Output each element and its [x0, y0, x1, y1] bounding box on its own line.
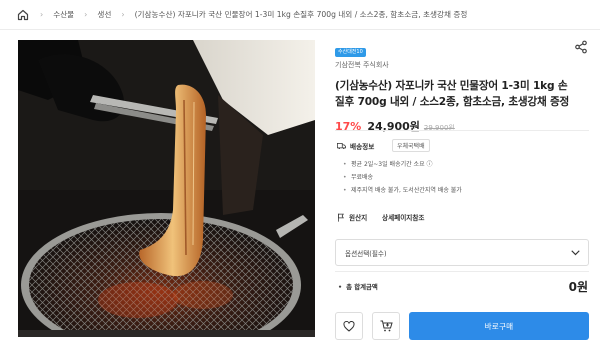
- shipping-method: 우체국택배: [392, 139, 430, 152]
- total-value: 0원: [568, 280, 588, 294]
- discount-rate: 17%: [335, 120, 362, 133]
- shipping-label: 배송정보: [350, 142, 375, 151]
- product-image: [18, 40, 315, 337]
- chevron-down-icon: [571, 249, 580, 255]
- heart-icon: [343, 320, 355, 332]
- promo-badge: 수산대전10: [335, 48, 366, 57]
- origin-value: 상세페이지참조: [382, 214, 425, 222]
- cart-plus-icon: [380, 320, 393, 332]
- shipping-note: 제주지역 배송 불가, 도서산간지역 배송 불가: [343, 184, 462, 197]
- action-buttons: 바로구매: [335, 312, 589, 340]
- sale-price: 24,900원: [367, 120, 420, 133]
- divider: [335, 130, 589, 131]
- home-icon[interactable]: [16, 8, 30, 22]
- total-row: 총 합계금액 0원: [338, 278, 588, 295]
- breadcrumb-item-product: (기삼농수산) 자포니카 국산 민물장어 1-3미 1kg 손질후 700g 내…: [134, 10, 468, 19]
- buy-now-button[interactable]: 바로구매: [409, 312, 589, 340]
- wishlist-button[interactable]: [335, 312, 363, 340]
- shipping-info-row: 배송정보 우체국택배: [337, 139, 430, 152]
- shipping-note[interactable]: 평균 2일~3일 배송기간 소요 ⓘ: [343, 158, 462, 171]
- option-select[interactable]: 옵션선택(필수): [335, 239, 589, 266]
- breadcrumb-item-category[interactable]: 수산물: [53, 9, 74, 20]
- breadcrumb: › 수산물 › 생선 › (기삼농수산) 자포니카 국산 민물장어 1-3미 1…: [0, 0, 600, 30]
- breadcrumb-separator-icon: ›: [84, 10, 88, 19]
- shipping-note: 무료배송: [343, 171, 462, 184]
- total-label: 총 합계금액: [338, 282, 378, 291]
- seller-name[interactable]: 기삼전복 주식회사: [335, 60, 590, 70]
- breadcrumb-separator-icon: ›: [40, 10, 44, 19]
- original-price: 29,900원: [423, 124, 455, 132]
- divider: [335, 271, 589, 272]
- shipping-notes: 평균 2일~3일 배송기간 소요 ⓘ 무료배송 제주지역 배송 불가, 도서산간…: [343, 158, 462, 197]
- product-info: 수산대전10 기삼전복 주식회사 (기삼농수산) 자포니카 국산 민물장어 1-…: [335, 38, 590, 134]
- origin-row: 원산지 상세페이지참조: [337, 212, 424, 222]
- share-icon[interactable]: [574, 39, 588, 54]
- flag-icon: [338, 213, 344, 222]
- add-to-cart-button[interactable]: [372, 312, 400, 340]
- breadcrumb-separator-icon: ›: [121, 10, 125, 19]
- price-row: 17% 24,900원 29,900원: [335, 118, 590, 134]
- product-title: (기삼농수산) 자포니카 국산 민물장어 1-3미 1kg 손질후 700g 내…: [335, 80, 570, 108]
- breadcrumb-item-subcategory[interactable]: 생선: [97, 9, 111, 20]
- truck-icon: [337, 142, 346, 149]
- option-select-placeholder: 옵션선택(필수): [345, 249, 387, 258]
- origin-label: 원산지: [349, 214, 368, 222]
